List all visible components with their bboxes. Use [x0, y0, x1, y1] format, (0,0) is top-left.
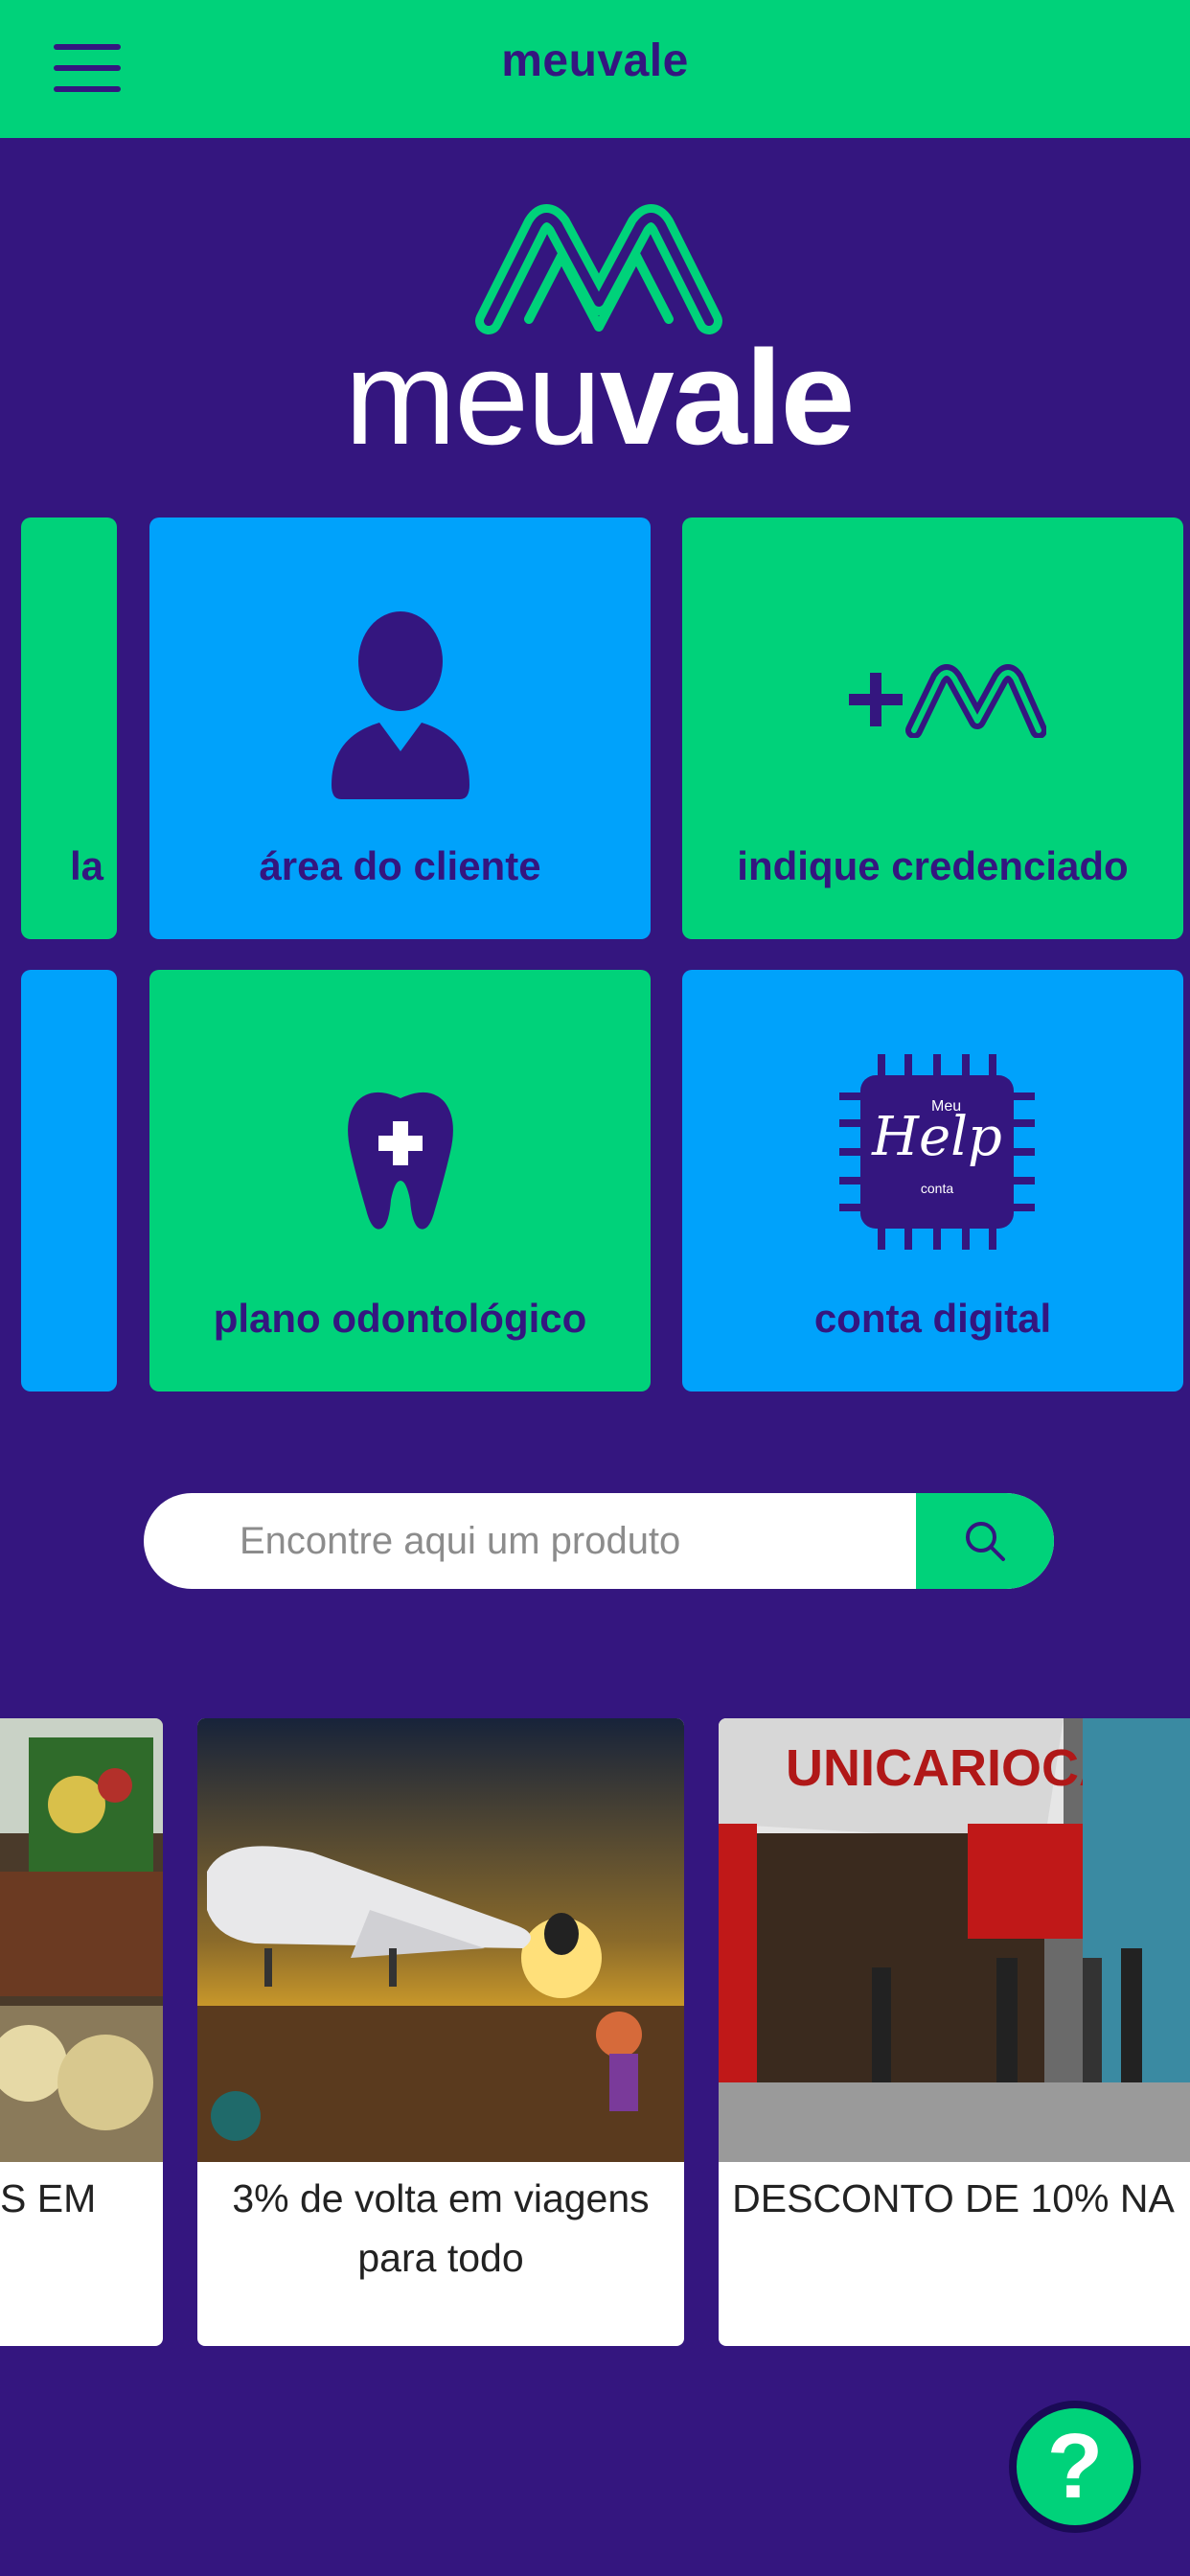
meuvale-logo: meuvale — [278, 196, 920, 465]
tile-conta-digital[interactable]: Meu Help conta conta digital — [682, 970, 1183, 1392]
tile-partial-left-1[interactable]: la — [21, 518, 117, 939]
app-title: meuvale — [501, 35, 689, 86]
offer-card[interactable]: UNICARIOCA DESCONTO DE 10% NA — [719, 1718, 1190, 2346]
search-button[interactable] — [916, 1493, 1054, 1589]
product-search-bar — [144, 1493, 1054, 1589]
offer-card[interactable]: S EM — [0, 1718, 163, 2346]
top-bar: meuvale — [0, 0, 1190, 138]
tile-area-do-cliente[interactable]: área do cliente — [149, 518, 651, 939]
meuvale-m-logo-icon — [475, 204, 722, 334]
airplane-sunset-photo — [197, 1718, 684, 2162]
search-icon — [966, 1522, 1005, 1561]
tooth-icon — [348, 1092, 453, 1230]
meuhelp-chip-icon: Meu Help conta — [835, 1050, 1039, 1254]
person-icon — [332, 611, 469, 799]
plus-meuvale-icon — [849, 664, 1046, 738]
meuvale-wordmark: meuvale — [344, 322, 856, 472]
tile-plano-odontologico[interactable]: plano odontológico — [149, 970, 651, 1392]
svg-text:UNICARIOCA: UNICARIOCA — [786, 1739, 1116, 1797]
supermarket-photo — [0, 1718, 163, 2162]
offer-card[interactable]: 3% de volta em viagens para todo — [197, 1718, 684, 2346]
tile-indique-credenciado[interactable]: indique credenciado — [682, 518, 1183, 939]
help-button[interactable]: ? — [1009, 2401, 1141, 2533]
unicarioca-storefront-photo: UNICARIOCA — [719, 1718, 1190, 2162]
tile-partial-left-2[interactable] — [21, 970, 117, 1392]
search-input[interactable] — [144, 1493, 916, 1589]
